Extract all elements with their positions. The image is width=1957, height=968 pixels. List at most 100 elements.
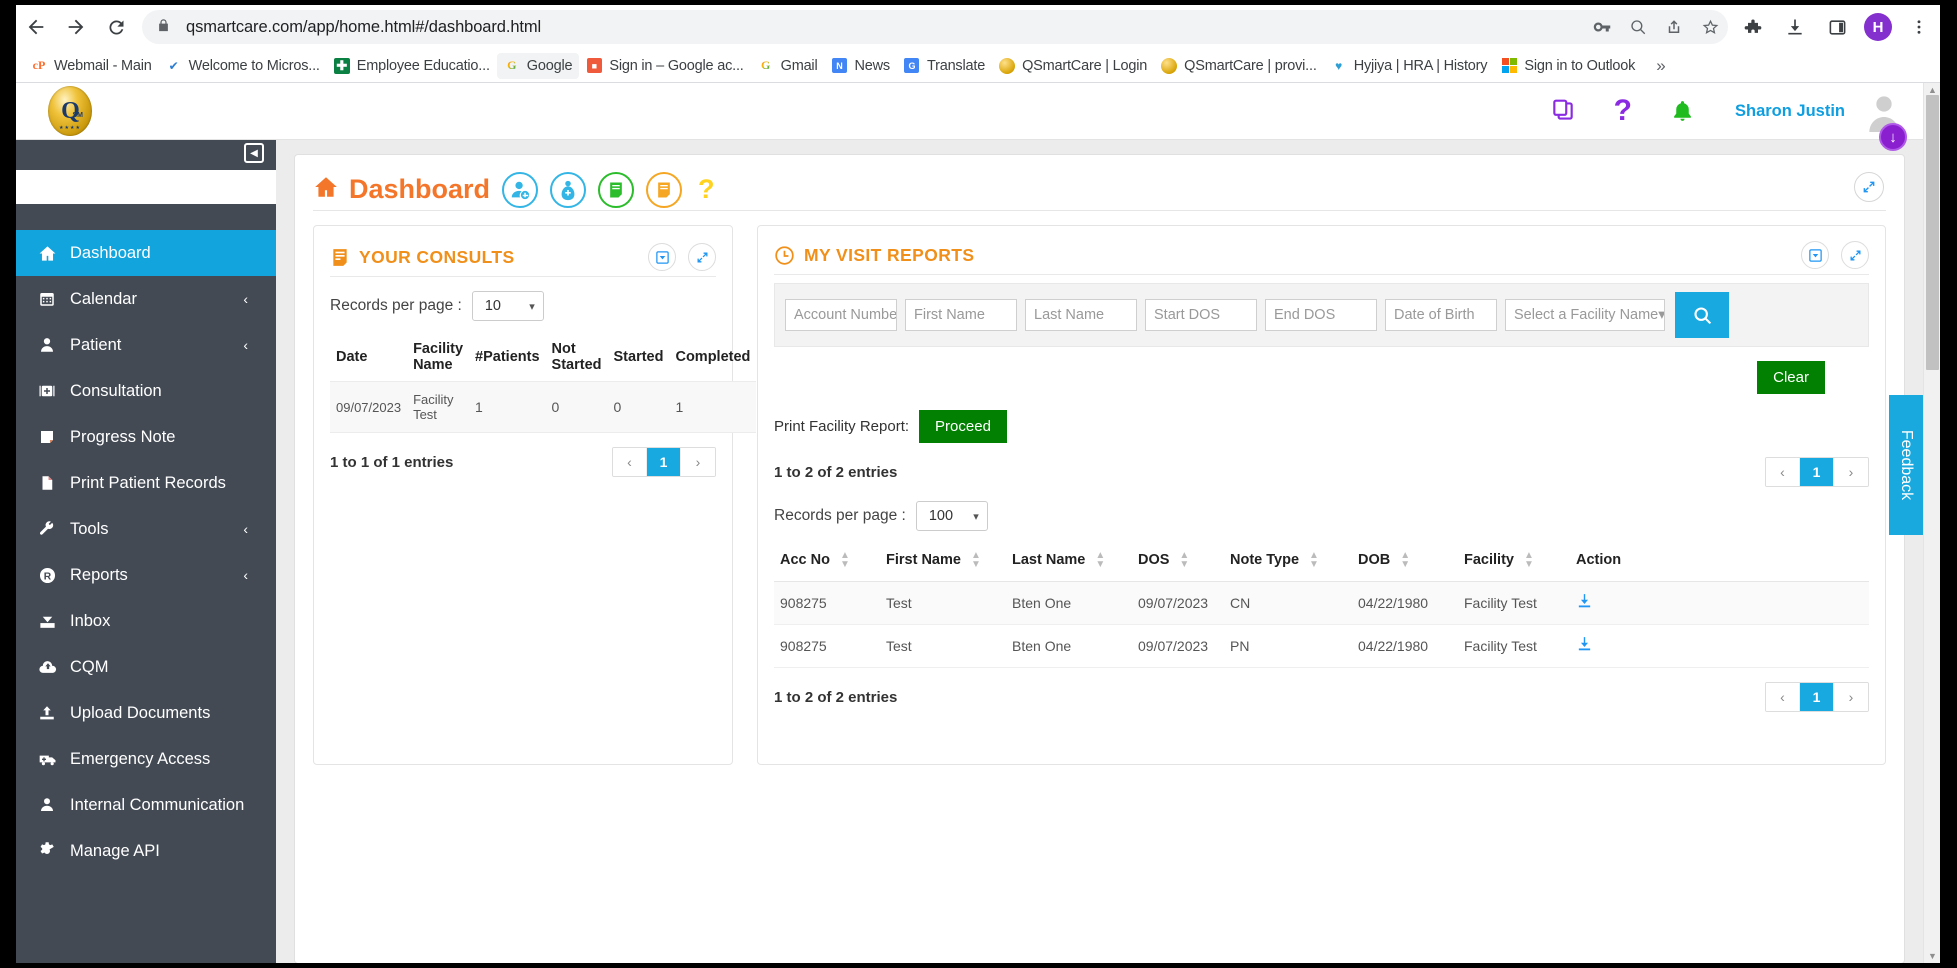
col-facility-name[interactable]: Facility Name (407, 333, 469, 382)
sidebar-search-input[interactable] (16, 170, 276, 204)
back-button[interactable] (16, 7, 56, 47)
bookmark-signin-google[interactable]: ■ Sign in – Google ac... (579, 53, 750, 79)
col-dos[interactable]: DOS ▲ ▼ (1132, 543, 1224, 582)
bookmark-welcome-microsoft[interactable]: ✔ Welcome to Micros... (159, 53, 327, 79)
proceed-button[interactable]: Proceed (919, 410, 1007, 443)
pagination-next[interactable]: › (1834, 458, 1868, 486)
start-dos-input[interactable]: Start DOS (1145, 299, 1257, 331)
col-facility[interactable]: Facility ▲ ▼ (1458, 543, 1570, 582)
help-question-icon[interactable]: ? (698, 174, 715, 205)
password-key-icon[interactable] (1584, 12, 1620, 42)
col-completed[interactable]: Completed (669, 333, 756, 382)
pagination-page-1[interactable]: 1 (1800, 458, 1834, 486)
col-first-name[interactable]: First Name ▲ ▼ (880, 543, 1006, 582)
pagination-prev[interactable]: ‹ (613, 448, 647, 476)
col-patients[interactable]: #Patients (469, 333, 545, 382)
download-icon[interactable] (1576, 594, 1593, 613)
col-started[interactable]: Started (608, 333, 670, 382)
downloads-icon[interactable] (1774, 7, 1816, 47)
clear-button[interactable]: Clear (1757, 361, 1825, 394)
bookmark-hyjiya-hra-history[interactable]: ♥ Hyjiya | HRA | History (1324, 53, 1495, 79)
bookmarks-overflow-button[interactable]: » (1646, 56, 1675, 76)
dashboard-expand-button[interactable] (1854, 172, 1884, 202)
bookmark-news[interactable]: N News (824, 53, 896, 79)
copy-icon[interactable] (1550, 98, 1576, 124)
pagination-prev[interactable]: ‹ (1766, 683, 1800, 711)
green-note-icon[interactable] (598, 171, 635, 208)
orange-note-icon[interactable] (646, 171, 683, 208)
pagination-prev[interactable]: ‹ (1766, 458, 1800, 486)
sidebar-item-emergency-access[interactable]: Emergency Access (16, 736, 276, 782)
cell-acc-no[interactable]: 908275 (774, 582, 880, 625)
download-icon[interactable] (1576, 637, 1593, 656)
bookmark-employee-education[interactable]: ✚ Employee Educatio... (327, 53, 497, 79)
forward-button[interactable] (56, 7, 96, 47)
page-scrollbar[interactable]: ▲ ▼ (1923, 83, 1940, 963)
sidebar-item-inbox[interactable]: Inbox (16, 598, 276, 644)
extensions-puzzle-icon[interactable] (1732, 7, 1774, 47)
facility-select[interactable]: Select a Facility Name ▾ (1505, 299, 1665, 331)
sidebar-item-calendar[interactable]: Calendar ‹ (16, 276, 276, 322)
cell-action[interactable] (1570, 625, 1869, 668)
sidebar-item-upload-documents[interactable]: Upload Documents (16, 690, 276, 736)
bookmark-webmail-main[interactable]: cP Webmail - Main (24, 53, 159, 79)
help-question-icon[interactable]: ? (1614, 94, 1632, 128)
table-row[interactable]: 908275 Test Bten One 09/07/2023 PN 04/22… (774, 625, 1869, 668)
search-button[interactable] (1675, 292, 1729, 338)
address-bar[interactable]: qsmartcare.com/app/home.html#/dashboard.… (142, 10, 1728, 44)
profile-avatar-icon[interactable]: H (1864, 13, 1892, 41)
pagination-next[interactable]: › (1834, 683, 1868, 711)
sidebar-item-reports[interactable]: R Reports ‹ (16, 552, 276, 598)
user-name[interactable]: Sharon Justin (1735, 102, 1845, 121)
sidebar-collapse-button[interactable]: ◀ (244, 143, 264, 163)
feedback-tab[interactable]: Feedback (1889, 395, 1923, 535)
date-of-birth-input[interactable]: Date of Birth (1385, 299, 1497, 331)
first-name-input[interactable]: First Name (905, 299, 1017, 331)
expand-icon[interactable] (1841, 241, 1869, 269)
records-per-page-select[interactable]: 100 ▾ (915, 501, 988, 531)
notification-bell-icon[interactable] (1670, 99, 1695, 124)
sidebar-item-progress-note[interactable]: Progress Note (16, 414, 276, 460)
pagination-page-1[interactable]: 1 (647, 448, 681, 476)
bookmark-star-icon[interactable] (1692, 12, 1728, 42)
bookmark-google[interactable]: G Google (496, 52, 580, 79)
collapse-box-icon[interactable] (1801, 241, 1829, 269)
sidebar-item-internal-communication[interactable]: Internal Communication (16, 782, 276, 828)
col-date[interactable]: Date (330, 333, 407, 382)
add-patient-icon[interactable] (502, 171, 539, 208)
sidebar-item-dashboard[interactable]: Dashboard (16, 230, 276, 276)
col-acc-no[interactable]: Acc No ▲ ▼ (774, 543, 880, 582)
bookmark-qsmartcare-login[interactable]: QSmartCare | Login (992, 53, 1154, 79)
col-last-name[interactable]: Last Name ▲ ▼ (1006, 543, 1132, 582)
bookmark-qsmartcare-provider[interactable]: QSmartCare | provi... (1154, 53, 1324, 79)
table-row[interactable]: 09/07/2023 Facility Test 1 0 0 1 (330, 381, 757, 433)
scroll-down-arrow[interactable]: ▼ (1924, 949, 1940, 963)
download-notification-badge[interactable]: ↓ (1879, 123, 1907, 151)
pagination-page-1[interactable]: 1 (1800, 683, 1834, 711)
sidebar-item-consultation[interactable]: Consultation (16, 368, 276, 414)
cell-action[interactable] (1570, 582, 1869, 625)
sidebar-item-tools[interactable]: Tools ‹ (16, 506, 276, 552)
col-note-type[interactable]: Note Type ▲ ▼ (1224, 543, 1352, 582)
share-icon[interactable] (1656, 12, 1692, 42)
col-dob[interactable]: DOB ▲ ▼ (1352, 543, 1458, 582)
bookmark-sign-in-to-outlook[interactable]: Sign in to Outlook (1494, 53, 1642, 79)
chrome-menu-icon[interactable] (1898, 7, 1940, 47)
last-name-input[interactable]: Last Name (1025, 299, 1137, 331)
collapse-box-icon[interactable] (648, 243, 676, 271)
sidebar-item-patient[interactable]: Patient ‹ (16, 322, 276, 368)
sidebar-item-print-patient-records[interactable]: Print Patient Records (16, 460, 276, 506)
pagination-next[interactable]: › (681, 448, 715, 476)
sidebar-item-manage-api[interactable]: Manage API (16, 828, 276, 874)
end-dos-input[interactable]: End DOS (1265, 299, 1377, 331)
bookmark-translate[interactable]: G Translate (897, 53, 992, 79)
expand-icon[interactable] (688, 243, 716, 271)
records-per-page-select[interactable]: 10 ▾ (471, 291, 544, 321)
scrollbar-thumb[interactable] (1926, 95, 1939, 370)
sidebar-item-cqm[interactable]: CQM (16, 644, 276, 690)
side-panel-icon[interactable] (1816, 7, 1858, 47)
new-consult-icon[interactable] (550, 171, 587, 208)
zoom-out-icon[interactable] (1620, 12, 1656, 42)
table-row[interactable]: 908275 Test Bten One 09/07/2023 CN 04/22… (774, 581, 1869, 625)
col-not-started[interactable]: Not Started (546, 333, 608, 382)
